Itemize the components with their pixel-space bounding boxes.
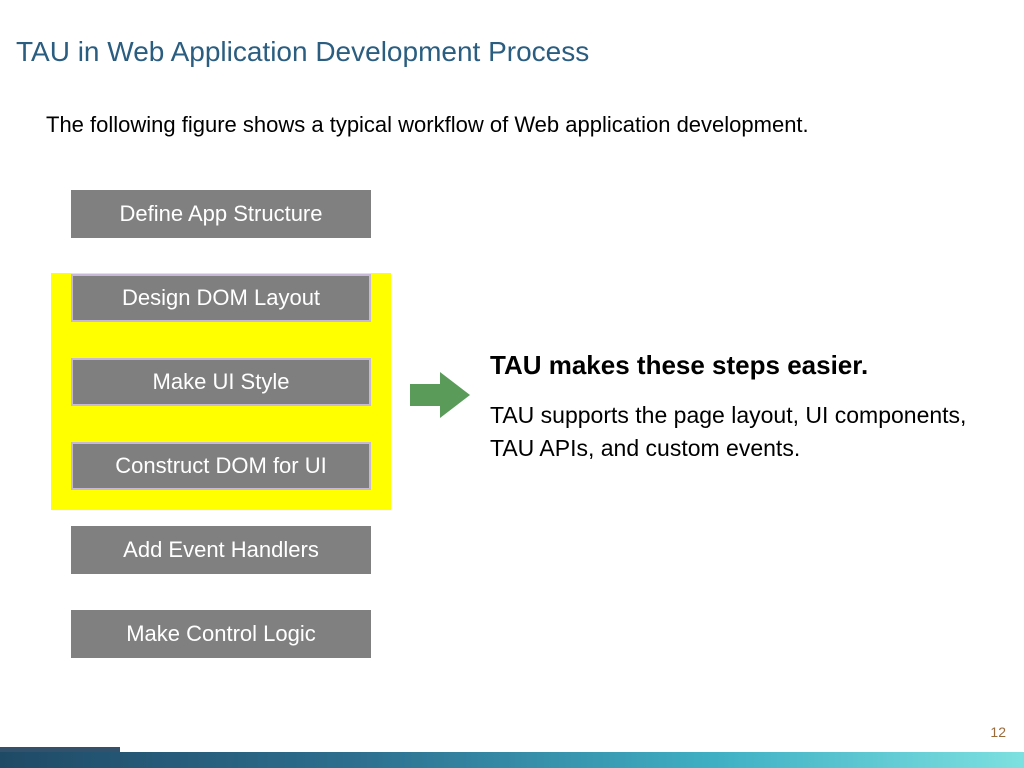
intro-text: The following figure shows a typical wor… bbox=[46, 112, 809, 138]
step-add-event-handlers: Add Event Handlers bbox=[71, 526, 371, 574]
callout-title: TAU makes these steps easier. bbox=[490, 350, 970, 381]
callout-box: TAU makes these steps easier. TAU suppor… bbox=[490, 350, 970, 466]
page-number: 12 bbox=[990, 724, 1006, 740]
footer-bar bbox=[0, 752, 1024, 768]
step-make-control-logic: Make Control Logic bbox=[71, 610, 371, 658]
step-construct-dom-for-ui: Construct DOM for UI bbox=[71, 442, 371, 490]
arrow-icon bbox=[410, 372, 470, 418]
callout-body: TAU supports the page layout, UI compone… bbox=[490, 399, 970, 466]
steps-column: Define App Structure Design DOM Layout M… bbox=[56, 190, 386, 694]
step-make-ui-style: Make UI Style bbox=[71, 358, 371, 406]
page-title: TAU in Web Application Development Proce… bbox=[16, 36, 589, 68]
step-design-dom-layout: Design DOM Layout bbox=[71, 274, 371, 322]
step-define-app-structure: Define App Structure bbox=[71, 190, 371, 238]
